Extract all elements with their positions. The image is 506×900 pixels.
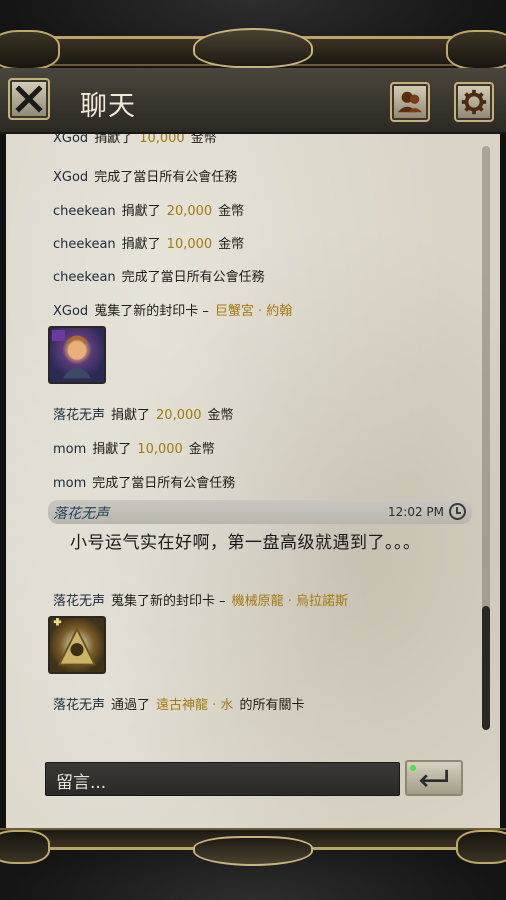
message-user[interactable]: cheekean [53,237,116,252]
chat-message-user[interactable]: 落花无声 [53,503,109,523]
enter-icon [419,769,448,788]
message-amount: 20,000 [166,204,213,219]
message-user[interactable]: 落花无声 [53,594,105,609]
top-ornament-center [193,28,313,68]
top-ornament-left [0,30,60,70]
message-user[interactable]: cheekean [53,204,116,219]
status-dot [410,765,416,771]
list-item: XGod 捐獻了 10,000 金幣 [53,134,217,146]
chat-message-text: 小号运气实在好啊，第一盘高级就遇到了。。。 [70,533,421,553]
message-user[interactable]: XGod [53,304,88,319]
message-unit: 金幣 [218,237,245,252]
message-verb: 蒐集了新的封印卡 – [111,594,226,609]
bottom-ornament-right [456,830,506,864]
message-unit: 金幣 [190,134,217,146]
message-verb: 通過了 [111,698,151,713]
message-amount: 10,000 [137,442,183,457]
message-suffix: 的所有關卡 [239,698,305,713]
message-amount: 20,000 [156,408,202,423]
message-verb: 捐獻了 [92,442,132,457]
scrollbar-thumb[interactable] [482,606,490,730]
close-button[interactable] [8,78,50,120]
message-user[interactable]: mom [53,442,86,457]
list-item: mom 完成了當日所有公會任務 [53,472,235,491]
close-icon [15,85,43,113]
friends-button[interactable] [390,82,430,122]
chat-message-header: 落花无声 12:02 PM [48,500,472,524]
message-verb: 蒐集了新的封印卡 – [94,304,209,319]
message-text: 完成了當日所有公會任務 [92,476,236,491]
top-ornament-right [446,30,506,70]
clock-icon [449,503,466,520]
list-item: 落花无声 蒐集了新的封印卡 – 機械原龍 · 烏拉諾斯 [53,590,348,609]
message-user[interactable]: mom [53,476,86,491]
card-portrait-icon [53,618,97,666]
message-verb: 捐獻了 [94,134,134,146]
bottom-ornament-left [0,830,50,864]
chat-list[interactable]: XGod 捐獻了 10,000 金幣 XGod 完成了當日所有公會任務 cheekean… [46,134,476,734]
page-title: 聊天 [80,91,136,122]
list-item: XGod 蒐集了新的封印卡 – 巨蟹宮 · 約翰 [53,300,292,319]
card-thumbnail[interactable] [48,616,106,674]
message-unit: 金幣 [188,442,215,457]
message-user[interactable]: XGod [53,170,88,185]
list-item: cheekean 完成了當日所有公會任務 [53,266,265,285]
friends-icon [397,91,423,113]
message-stage-name: 遠古神龍 · 水 [156,698,234,713]
list-item: XGod 完成了當日所有公會任務 [53,166,237,185]
send-button[interactable] [405,760,463,796]
message-unit: 金幣 [207,408,234,423]
message-text: 完成了當日所有公會任務 [94,170,238,185]
bottom-ornament-center [193,836,313,866]
chat-panel: XGod 捐獻了 10,000 金幣 XGod 完成了當日所有公會任務 cheekean… [0,134,506,830]
list-item: 落花无声 捐獻了 20,000 金幣 [53,404,234,423]
list-item: cheekean 捐獻了 10,000 金幣 [53,233,244,252]
bottom-frame [0,828,506,900]
message-user[interactable]: XGod [53,134,88,146]
message-input[interactable]: 留言... [45,762,400,796]
message-amount: 10,000 [166,237,213,252]
list-item: cheekean 捐獻了 20,000 金幣 [53,200,244,219]
list-item: mom 捐獻了 10,000 金幣 [53,438,215,457]
chat-message-time: 12:02 PM [388,505,444,519]
message-user[interactable]: 落花无声 [53,408,105,423]
message-text: 完成了當日所有公會任務 [121,270,265,285]
message-verb: 捐獻了 [121,204,161,219]
message-card-name: 巨蟹宮 · 約翰 [214,304,293,319]
settings-button[interactable] [454,82,494,122]
message-unit: 金幣 [218,204,245,219]
message-verb: 捐獻了 [111,408,151,423]
card-thumbnail[interactable] [48,326,106,384]
message-amount: 10,000 [139,134,185,146]
message-user[interactable]: 落花无声 [53,698,105,713]
message-card-name: 機械原龍 · 烏拉諾斯 [231,594,349,609]
header-bar: 聊天 [0,68,506,134]
message-user[interactable]: cheekean [53,270,116,285]
chat-scrollbar[interactable] [482,146,490,730]
message-verb: 捐獻了 [121,237,161,252]
gear-icon [461,89,487,115]
card-portrait-icon [51,329,91,379]
list-item: 落花无声 通過了 遠古神龍 · 水的所有關卡 [53,694,304,713]
